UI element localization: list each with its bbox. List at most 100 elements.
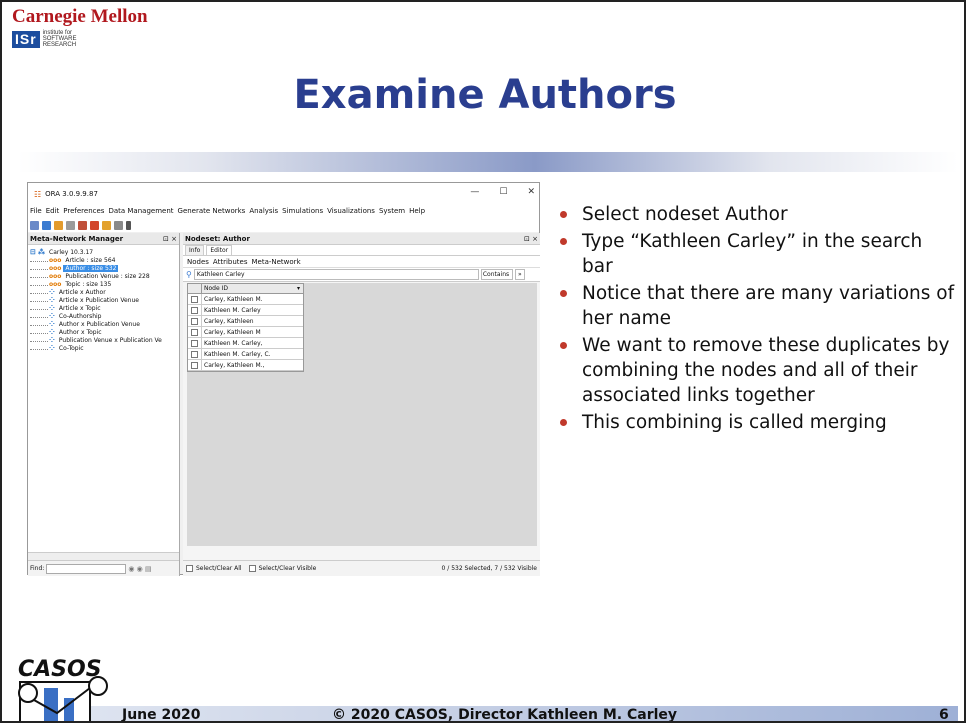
close-icon[interactable]: ✕ [527,187,535,197]
row-checkbox-cell [188,304,202,316]
tree-item[interactable]: ⁘ Publication Venue x Publication Ve [30,336,179,344]
node-id-header-label: Node ID [204,285,228,292]
nodes-icon[interactable] [54,220,63,230]
row-checkbox[interactable] [191,339,198,347]
table-row[interactable]: Kathleen M. Carley [188,304,303,316]
toolbar [28,218,539,232]
node-id-cell: Carley, Kathleen M [204,328,261,336]
menu-help[interactable]: Help [409,205,425,218]
row-checkbox[interactable] [191,328,198,336]
network-icon: ⁘ [49,344,55,352]
tab-nodes[interactable]: Nodes [187,258,209,266]
table-row[interactable]: Kathleen M. Carley, C. [188,348,303,360]
find-input[interactable] [46,563,127,574]
checkbox-column-header [188,284,202,293]
tree-item[interactable]: ooo Author : size 532 [30,264,179,272]
maximize-icon[interactable]: ☐ [499,187,507,197]
menu-preferences[interactable]: Preferences [63,205,104,218]
contains-dropdown[interactable]: Contains ⌄ [480,269,513,287]
menu-edit[interactable]: Edit [46,205,60,218]
tree-item[interactable]: ⁘ Article x Publication Venue [30,296,179,304]
grid-header: Node ID ▾ [188,284,303,294]
search-icon[interactable] [30,220,39,230]
select-clear-visible-checkbox[interactable] [248,565,256,572]
tree-item-label: Article x Publication Venue [58,296,139,304]
tree-item[interactable]: ⁘ Article x Topic [30,304,179,312]
network-icon[interactable] [102,220,111,230]
menu-analysis[interactable]: Analysis [249,205,278,218]
row-checkbox[interactable] [191,350,198,358]
menu-file[interactable]: File [30,205,42,218]
search-input[interactable]: Kathleen Carley [193,269,479,280]
row-checkbox-cell [188,337,202,349]
window-title: ORA 3.0.9.9.87 [45,190,98,198]
network-icon: ⁘ [49,328,55,336]
inner-tabs: Info Editor [183,245,540,256]
tree-item[interactable]: ooo Publication Venue : size 228 [30,272,179,280]
matrix-icon[interactable] [114,220,123,230]
menu-simulations[interactable]: Simulations [282,205,323,218]
nodeset-editor-pane: Nodeset: Author ⊡ × Info Editor Nodes At… [183,233,540,576]
slide: Carnegie Mellon ISr institute for SOFTWA… [0,0,966,723]
row-checkbox-cell [188,293,202,305]
people-alt-icon[interactable] [90,220,99,230]
tree-item[interactable]: ⁘ Co-Authorship [30,312,179,320]
bullet-item: We want to remove these duplicates by co… [558,333,958,408]
tree-item[interactable]: ⁘ Author x Publication Venue [30,320,179,328]
tree-item-label: Author x Publication Venue [58,320,140,328]
node-id-header[interactable]: Node ID ▾ [202,284,303,293]
node-id-cell: Carley, Kathleen [204,317,254,325]
tree-item-label: Article x Author [58,288,106,296]
tree-connector [30,290,48,294]
row-checkbox[interactable] [191,317,198,325]
row-checkbox[interactable] [191,306,198,314]
table-row[interactable]: Carley, Kathleen M. [188,293,303,305]
tree-item-label: Publication Venue : size 228 [65,272,150,280]
tree-item[interactable]: ⁘ Co-Topic [30,344,179,352]
tree-item[interactable]: ⁘ Article x Author [30,288,179,296]
people-icon[interactable] [78,220,87,230]
table-row[interactable]: Kathleen M. Carley, [188,337,303,349]
selection-status: 0 / 532 Selected, 7 / 532 Visible [441,565,537,572]
menu-visualizations[interactable]: Visualizations [327,205,375,218]
table-row[interactable]: Carley, Kathleen [188,315,303,327]
select-clear-all-checkbox[interactable] [186,565,193,572]
tree-item[interactable]: ⁘ Author x Topic [30,328,179,336]
menu-generate-networks[interactable]: Generate Networks [178,205,246,218]
tab-info[interactable]: Info [185,245,205,255]
grid-icon[interactable] [66,220,75,230]
tree-root[interactable]: ⊟ ⁂ Carley 10.3.17 [30,248,179,256]
menu-system[interactable]: System [379,205,405,218]
horizontal-scrollbar[interactable] [28,552,179,560]
table-row[interactable]: Carley, Kathleen M [188,326,303,338]
find-nav-icons[interactable]: ◉ ◉ ▤ [128,565,151,573]
table-row[interactable]: Carley, Kathleen M., [188,359,303,371]
tab-meta-network[interactable]: Meta-Network [251,258,300,266]
tree-item-label: Topic : size 135 [65,280,112,288]
sort-dropdown-icon[interactable]: ▾ [297,284,300,293]
tree-item-label: Co-Authorship [58,312,102,320]
tree-connector [30,298,48,302]
tab-attributes[interactable]: Attributes [213,258,248,266]
window-titlebar: ☷ ORA 3.0.9.9.87 — ☐ ✕ [28,183,539,205]
expand-options-button[interactable]: » [514,269,525,280]
tab-editor[interactable]: Editor [206,245,233,255]
nodeset-icon: ooo [49,280,62,288]
menu-data-management[interactable]: Data Management [108,205,173,218]
network-icon: ⁘ [49,304,55,312]
save-icon[interactable] [42,220,51,230]
row-checkbox[interactable] [191,295,198,303]
expand-icon[interactable]: ⊟ [30,248,36,256]
row-checkbox-cell [188,348,202,360]
pane-controls-icon[interactable]: ⊡ × [524,235,538,243]
select-clear-visible-label: Select/Clear Visible [258,565,317,572]
minimize-icon[interactable]: — [470,187,479,197]
find-bar: Find: ◉ ◉ ▤ [28,560,179,576]
pane-controls-icon[interactable]: ⊡ × [163,235,177,243]
tree-connector [30,330,48,334]
tree-item[interactable]: ooo Article : size 564 [30,256,179,264]
row-checkbox[interactable] [191,361,198,369]
tree-item[interactable]: ooo Topic : size 135 [30,280,179,288]
dropdown-icon[interactable] [126,220,131,230]
editor-status-bar: Select/Clear All Select/Clear Visible 0 … [183,560,540,576]
